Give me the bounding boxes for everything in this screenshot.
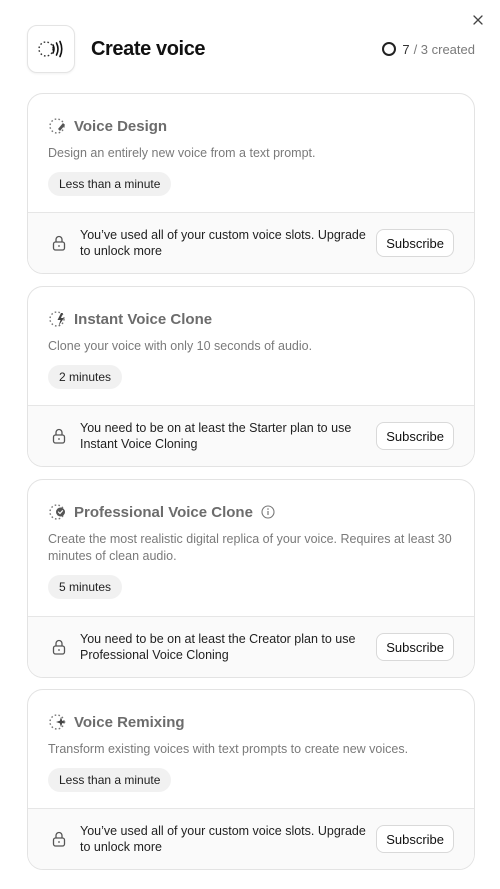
dialog-header: Create voice 7 / 3 created	[27, 24, 475, 74]
instant-voice-clone-icon	[48, 309, 68, 329]
professional-voice-clone-icon	[48, 502, 68, 522]
voice-design-card[interactable]: Voice Design Design an entirely new voic…	[27, 93, 475, 274]
instant-voice-clone-card[interactable]: Instant Voice Clone Clone your voice wit…	[27, 286, 475, 467]
lock-message: You’ve used all of your custom voice slo…	[80, 824, 366, 854]
voice-remixing-card[interactable]: Voice Remixing Transform existing voices…	[27, 689, 475, 870]
info-icon[interactable]	[261, 505, 275, 519]
lock-icon	[52, 639, 66, 655]
card-description: Transform existing voices with text prom…	[48, 742, 409, 756]
lock-icon	[52, 428, 66, 444]
card-description: Clone your voice with only 10 seconds of…	[48, 339, 313, 353]
counter-value: 7	[402, 41, 410, 57]
duration-badge: Less than a minute	[48, 768, 172, 792]
lock-message: You need to be on at least the Starter p…	[80, 421, 352, 451]
subscribe-button[interactable]: Subscribe	[376, 229, 454, 257]
card-description: Design an entirely new voice from a text…	[48, 146, 316, 160]
card-title: Voice Remixing	[74, 713, 185, 731]
lock-message: You need to be on at least the Creator p…	[80, 632, 356, 662]
counter-label: / 3 created	[413, 41, 475, 57]
page-title: Create voice	[91, 37, 206, 60]
locked-footer: You need to be on at least the Starter p…	[28, 405, 474, 466]
duration-badge: 2 minutes	[48, 365, 123, 389]
duration-badge: Less than a minute	[48, 172, 172, 196]
card-title: Professional Voice Clone	[74, 503, 253, 521]
subscribe-button[interactable]: Subscribe	[376, 633, 454, 661]
locked-footer: You’ve used all of your custom voice slo…	[28, 212, 474, 273]
card-description: Create the most realistic digital replic…	[48, 532, 452, 563]
card-title: Voice Design	[74, 117, 168, 135]
lock-icon	[52, 235, 66, 251]
card-title: Instant Voice Clone	[74, 310, 213, 328]
locked-footer: You’ve used all of your custom voice slo…	[28, 808, 474, 869]
voice-design-icon	[48, 116, 68, 136]
subscribe-button[interactable]: Subscribe	[376, 825, 454, 853]
voice-slot-counter: 7 / 3 created	[382, 42, 475, 57]
lock-icon	[52, 831, 66, 847]
lock-message: You’ve used all of your custom voice slo…	[80, 228, 366, 258]
voice-waves-icon	[27, 25, 75, 73]
subscribe-button[interactable]: Subscribe	[376, 422, 454, 450]
locked-footer: You need to be on at least the Creator p…	[28, 616, 474, 677]
voice-remixing-icon	[48, 712, 68, 732]
duration-badge: 5 minutes	[48, 575, 123, 599]
ring-icon	[382, 42, 397, 56]
professional-voice-clone-card[interactable]: Professional Voice Clone Create the most…	[27, 479, 475, 678]
